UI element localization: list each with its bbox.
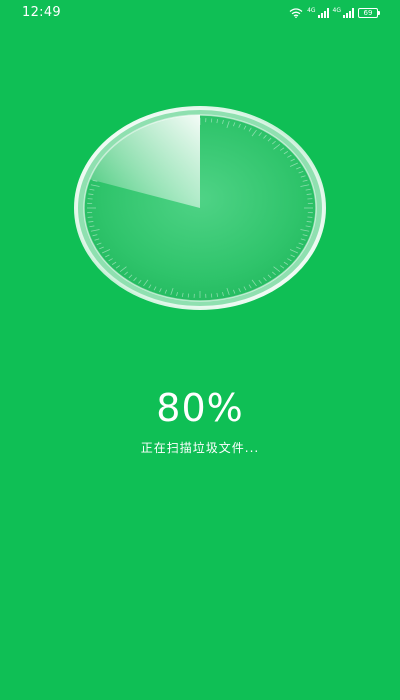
- gauge-tick: [187, 293, 190, 298]
- signal-bars-icon: [317, 8, 329, 18]
- status-icons: 4G 4G 69: [289, 7, 380, 19]
- cell-signal-2: 4G: [333, 8, 354, 18]
- gauge-tick: [210, 118, 213, 123]
- status-bar: 12:49 4G 4G 69: [0, 0, 400, 28]
- signal-2-label: 4G: [332, 7, 341, 14]
- wifi-icon: [289, 8, 303, 18]
- battery-icon: 69: [358, 8, 380, 18]
- scan-status-text: 正在扫描垃圾文件...: [140, 441, 260, 455]
- signal-bars-icon: [343, 8, 354, 18]
- gauge-tick: [210, 293, 213, 298]
- signal-1-label: 4G: [307, 7, 316, 14]
- cell-signal-1: 4G: [307, 7, 329, 18]
- battery-level: 69: [363, 8, 373, 17]
- scan-gauge: [74, 106, 326, 310]
- scan-percent: 80%: [156, 386, 244, 430]
- status-time: 12:49: [22, 5, 61, 20]
